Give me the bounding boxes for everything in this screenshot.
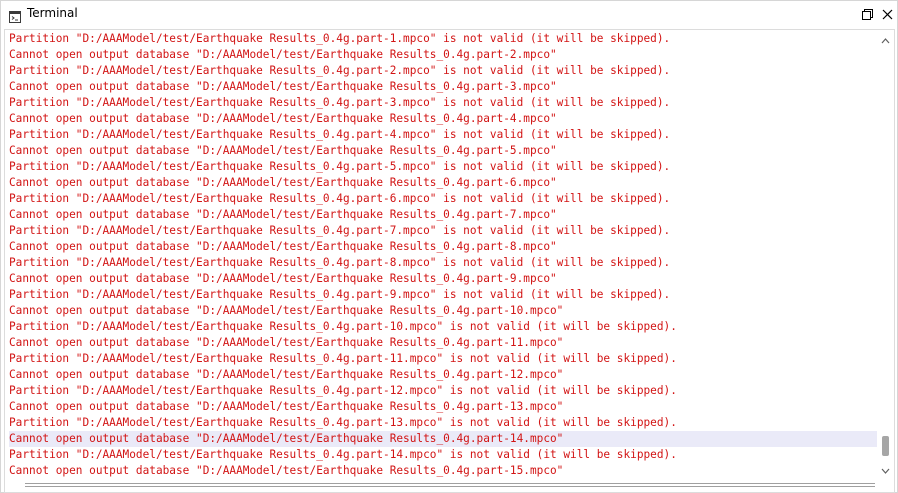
terminal-line: Partition "D:/AAAModel/test/Earthquake R… — [9, 256, 671, 269]
terminal-line: Partition "D:/AAAModel/test/Earthquake R… — [9, 96, 671, 109]
arrow-down-icon — [881, 459, 890, 478]
terminal-line: Partition "D:/AAAModel/test/Earthquake R… — [9, 448, 677, 461]
terminal-line: Cannot open output database "D:/AAAModel… — [9, 400, 564, 413]
vertical-scrollbar[interactable] — [877, 30, 894, 477]
terminal-line: Cannot open output database "D:/AAAModel… — [9, 304, 564, 317]
restore-icon — [861, 5, 873, 24]
terminal-line: Cannot open output database "D:/AAAModel… — [9, 272, 557, 285]
restore-button[interactable] — [859, 6, 875, 22]
scroll-up-button[interactable] — [877, 30, 894, 47]
horizontal-scrollbar[interactable] — [5, 477, 879, 492]
terminal-line: Partition "D:/AAAModel/test/Earthquake R… — [9, 288, 671, 301]
terminal-line: Cannot open output database "D:/AAAModel… — [9, 336, 564, 349]
horizontal-scroll-thumb[interactable] — [25, 483, 875, 487]
terminal-line: Cannot open output database "D:/AAAModel… — [9, 48, 557, 61]
window-title: Terminal — [27, 6, 78, 20]
terminal-line: Partition "D:/AAAModel/test/Earthquake R… — [9, 128, 671, 141]
terminal-line: Partition "D:/AAAModel/test/Earthquake R… — [9, 416, 677, 429]
terminal-line: Cannot open output database "D:/AAAModel… — [9, 240, 557, 253]
terminal-line: Partition "D:/AAAModel/test/Earthquake R… — [9, 64, 671, 77]
vertical-scroll-thumb[interactable] — [882, 436, 889, 456]
title-bar[interactable]: Terminal — [1, 1, 897, 28]
terminal-icon — [9, 8, 21, 23]
terminal-line: Cannot open output database "D:/AAAModel… — [9, 431, 879, 447]
scroll-down-button[interactable] — [877, 460, 894, 477]
terminal-line: Cannot open output database "D:/AAAModel… — [9, 208, 557, 221]
terminal-line: Partition "D:/AAAModel/test/Earthquake R… — [9, 352, 677, 365]
terminal-line: Cannot open output database "D:/AAAModel… — [9, 176, 557, 189]
terminal-line: Partition "D:/AAAModel/test/Earthquake R… — [9, 224, 671, 237]
terminal-line: Partition "D:/AAAModel/test/Earthquake R… — [9, 32, 671, 45]
arrow-up-icon — [881, 30, 890, 48]
close-icon — [882, 5, 893, 24]
terminal-line: Partition "D:/AAAModel/test/Earthquake R… — [9, 384, 677, 397]
terminal-line: Partition "D:/AAAModel/test/Earthquake R… — [9, 320, 677, 333]
terminal-line: Cannot open output database "D:/AAAModel… — [9, 112, 557, 125]
terminal-line: Cannot open output database "D:/AAAModel… — [9, 80, 557, 93]
terminal-window: Terminal Partition "D:/AAAModel/test/Ear… — [0, 0, 898, 493]
close-button[interactable] — [879, 6, 895, 22]
terminal-line: Cannot open output database "D:/AAAModel… — [9, 144, 557, 157]
terminal-line: Cannot open output database "D:/AAAModel… — [9, 368, 564, 381]
terminal-line: Partition "D:/AAAModel/test/Earthquake R… — [9, 160, 671, 173]
output-lines: Partition "D:/AAAModel/test/Earthquake R… — [9, 31, 879, 479]
terminal-output[interactable]: Partition "D:/AAAModel/test/Earthquake R… — [4, 29, 895, 493]
terminal-line: Partition "D:/AAAModel/test/Earthquake R… — [9, 192, 671, 205]
